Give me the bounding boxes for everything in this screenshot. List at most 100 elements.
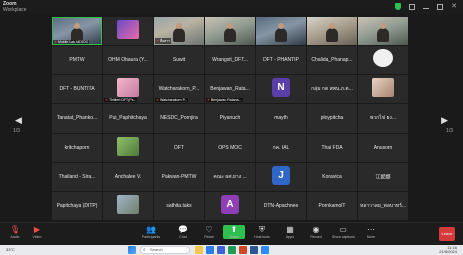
share-button[interactable]: ⬆ Share [223, 225, 245, 239]
participant-tile[interactable]: ✕สื่อสาร [154, 17, 204, 46]
participant-name: NESDC_Pornjira [160, 115, 198, 122]
view-icon[interactable] [409, 3, 416, 10]
participant-tile[interactable]: sathita.taks [154, 191, 204, 220]
weather-widget[interactable]: 33°C [6, 246, 15, 254]
react-button[interactable]: ♡ React [198, 225, 220, 239]
participant-tile[interactable]: ✕Mobile Lab NESDC [52, 17, 102, 46]
participant-name: Benjawan_Rata... [210, 86, 250, 93]
participant-tile[interactable]: Benjawan_Rata... ✕Benjawan Ratana... [205, 75, 255, 104]
video-button[interactable]: ▶ Video [26, 225, 48, 239]
avatar: J [272, 165, 290, 185]
participant-tile[interactable]: Watcharakorn_P... ✕Watcharakorn P... [154, 75, 204, 104]
windows-start-icon[interactable] [128, 246, 136, 254]
more-button[interactable]: ⋯ More [360, 225, 382, 239]
participant-tile[interactable]: Thai FDA [307, 133, 357, 162]
participant-tile[interactable]: OHM Obaura (Y... [103, 46, 153, 75]
audio-button[interactable]: 🎙 Audio [4, 225, 26, 239]
participant-tile[interactable]: กลุ่ม กต สพน.ภ.ต... [307, 75, 357, 104]
participant-tile[interactable]: Thailand - Sira... [52, 162, 102, 191]
participant-tile[interactable]: DTN-Apachnee [256, 191, 306, 220]
participant-tile[interactable]: OPS MOC [205, 133, 255, 162]
participant-tile[interactable]: Papitchaya (DITP) [52, 191, 102, 220]
profile-picture [372, 78, 394, 98]
minimize-icon[interactable] [423, 7, 430, 9]
file-explorer-icon[interactable] [195, 246, 203, 254]
gallery-view-grid: ✕Mobile Lab NESDC ✕สื่อสาร PMTW OHM Obaura … [52, 17, 408, 220]
participant-tile[interactable]: Tanatat_Phanko... [52, 104, 102, 133]
participant-tile[interactable]: พวกไข่ ยง... [358, 104, 408, 133]
participant-tile[interactable]: kritchaporn [52, 133, 102, 162]
powerpoint-icon[interactable] [239, 246, 247, 254]
participant-caption: ✕Watcharakorn P... [155, 98, 189, 103]
muted-mic-icon: ✕ [207, 98, 210, 103]
apps-button[interactable]: ▦ Apps [279, 225, 301, 239]
participant-name: OPS MOC [218, 144, 242, 151]
participant-tile[interactable] [256, 17, 306, 46]
participant-name: Pakwan-PMTW [161, 173, 197, 180]
security-shield-icon[interactable] [395, 3, 402, 10]
participant-tile[interactable] [358, 17, 408, 46]
participant-tile[interactable]: A [205, 191, 255, 220]
participant-tile[interactable] [205, 17, 255, 46]
participant-tile[interactable]: Anusorn [358, 133, 408, 162]
participant-tile[interactable]: PMTW [52, 46, 102, 75]
participant-tile[interactable]: คณะ ผศ.ยาง ... [205, 162, 255, 191]
participant-tile[interactable]: Piyanuch [205, 104, 255, 133]
participant-tile[interactable]: PornkamolT [307, 191, 357, 220]
participant-tile[interactable]: ploypitcha [307, 104, 357, 133]
participant-caption-text: Benjawan Ratana... [210, 98, 242, 103]
participant-tile[interactable] [103, 133, 153, 162]
participant-tile[interactable]: Wrangsit_DFT... [205, 46, 255, 75]
participant-name: กค. IAL [272, 144, 290, 151]
word-icon[interactable] [250, 246, 258, 254]
participant-tile[interactable]: NESDC_Pornjira [154, 104, 204, 133]
participant-tile[interactable]: ✕Thitilert DFT(Ps... [103, 75, 153, 104]
participant-tile[interactable] [103, 191, 153, 220]
show-captions-button[interactable]: ▭ Show captions [332, 225, 355, 239]
participant-tile[interactable] [358, 46, 408, 75]
leave-button[interactable]: Leave [439, 227, 455, 241]
participant-tile[interactable] [307, 17, 357, 46]
next-page-arrow-icon[interactable]: ▶ [441, 115, 448, 126]
participant-tile[interactable] [358, 75, 408, 104]
participant-tile[interactable]: Anchalee V. [103, 162, 153, 191]
participant-caption-text: Mobile Lab NESDC [57, 40, 89, 45]
edge-icon[interactable] [206, 246, 214, 254]
record-button[interactable]: ◉ Record [305, 225, 327, 239]
participant-tile[interactable]: J [256, 162, 306, 191]
participant-tile[interactable]: Chalida_Phanap... [307, 46, 357, 75]
participant-tile[interactable]: Pui_Paphitchaya [103, 104, 153, 133]
camera-off-icon: ▶ [33, 225, 41, 234]
participant-name: DFT [174, 144, 184, 151]
host-tools-button[interactable]: ⛨ Host tools [251, 225, 273, 239]
maximize-icon[interactable] [437, 3, 444, 10]
participant-tile[interactable]: Pakwan-PMTW [154, 162, 204, 191]
participant-tile[interactable] [103, 17, 153, 46]
organization-logo [117, 20, 139, 39]
zoom-taskbar-icon[interactable] [261, 246, 269, 254]
taskbar-search-input[interactable]: Search [140, 246, 190, 254]
participant-tile[interactable]: Suwit [154, 46, 204, 75]
participant-name: sathita.taks [166, 202, 192, 209]
title-bar-controls: ✕ [395, 3, 457, 10]
host-tools-label: Host tools [254, 235, 270, 239]
participant-tile[interactable]: N [256, 75, 306, 104]
participant-name: Thai FDA [321, 144, 343, 151]
participants-button[interactable]: 👥 Participants [140, 225, 162, 239]
close-icon[interactable]: ✕ [451, 3, 457, 10]
participant-tile[interactable]: DFT - BUNTITA [52, 75, 102, 104]
previous-page-arrow-icon[interactable]: ◀ [15, 115, 22, 126]
participant-tile[interactable]: DFT - PHANTIP [256, 46, 306, 75]
participant-tile[interactable]: หลาวาลย_พลบาทร์... [358, 191, 408, 220]
excel-icon[interactable] [228, 246, 236, 254]
participant-tile[interactable]: 江妮娜 [358, 162, 408, 191]
participant-name: DFT - PHANTIP [263, 57, 299, 64]
chat-button[interactable]: 💬 Chat [172, 225, 194, 239]
store-icon[interactable] [217, 246, 225, 254]
participant-tile[interactable]: กค. IAL [256, 133, 306, 162]
participant-tile[interactable]: DFT [154, 133, 204, 162]
window-title: Workplace [3, 7, 27, 13]
participant-tile[interactable]: Koravica [307, 162, 357, 191]
participant-tile[interactable]: mayth [256, 104, 306, 133]
previous-page-indicator: 1/3 [13, 128, 20, 134]
